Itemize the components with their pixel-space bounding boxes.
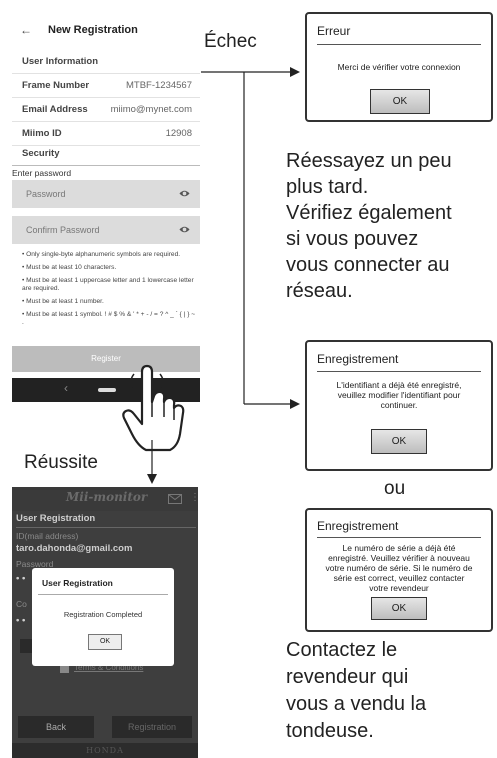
retry-line: vous connecter au	[286, 254, 450, 276]
password-dots: • •	[16, 573, 26, 584]
more-menu-icon[interactable]: ⋮	[190, 492, 198, 503]
mii-monitor-phone-screen: Mii-monitor ⋮ User Registration ID(mail …	[12, 487, 198, 758]
retry-line: réseau.	[286, 280, 353, 302]
contact-line: Contactez le	[286, 639, 398, 661]
registration-complete-dialog: User Registration Registration Completed…	[32, 568, 174, 666]
retry-line: plus tard.	[286, 176, 369, 198]
error-dialog: Erreur Merci de vérifier votre connexion…	[305, 12, 493, 122]
ok-button[interactable]: OK	[88, 634, 122, 650]
dialog-message-line: série est correct, veuillez contacter	[333, 573, 465, 583]
dialog-message-line: enregistré. Veuillez vérifier à nouveau	[328, 553, 470, 563]
divider	[317, 371, 481, 372]
mail-icon[interactable]	[168, 494, 182, 504]
dialog-message: Registration Completed	[63, 610, 143, 619]
dialog-message-line: votre revendeur	[369, 583, 429, 593]
divider	[317, 44, 481, 45]
retry-line: Réessayez un peu	[286, 150, 452, 172]
ok-button[interactable]: OK	[371, 597, 427, 620]
contact-line: revendeur qui	[286, 666, 409, 688]
success-label: Réussite	[24, 452, 98, 473]
dialog-message-line: L'identifiant a déjà été enregistré,	[336, 380, 462, 390]
dialog-message-line: Le numéro de série a déjà été	[342, 543, 456, 553]
app-header: Mii-monitor ⋮	[12, 487, 198, 511]
serial-registered-dialog: Enregistrement Le numéro de série a déjà…	[305, 508, 493, 632]
dialog-title: User Registration	[42, 578, 113, 588]
dialog-title: Enregistrement	[317, 519, 399, 533]
back-button[interactable]: Back	[18, 716, 94, 738]
id-registered-dialog: Enregistrement L'identifiant a déjà été …	[305, 340, 493, 471]
contact-line: vous a vendu la	[286, 693, 427, 715]
ok-button[interactable]: OK	[371, 429, 427, 454]
or-label: ou	[384, 478, 406, 499]
confirm-label: Co	[16, 599, 27, 609]
section-title: User Registration	[16, 513, 196, 528]
retry-line: si vous pouvez	[286, 228, 419, 250]
id-label: ID(mail address)	[16, 531, 79, 541]
divider	[38, 594, 168, 595]
id-value: taro.dahonda@gmail.com	[16, 543, 133, 554]
app-logo: Mii-monitor	[66, 490, 148, 504]
retry-line: Vérifiez également	[286, 202, 452, 224]
dialog-title: Erreur	[317, 24, 351, 38]
dialog-message-line: votre numéro de série. Si le numéro de	[325, 563, 473, 573]
ok-button[interactable]: OK	[370, 89, 430, 114]
dialog-message: Merci de vérifier votre connexion	[337, 62, 461, 72]
dialog-message-line: veuillez modifier l'identifiant pour	[337, 390, 461, 400]
contact-line: tondeuse.	[286, 720, 374, 742]
confirm-dots: • •	[16, 615, 26, 626]
brand-footer: HONDA	[12, 743, 198, 758]
failure-label: Échec	[204, 31, 257, 52]
dialog-title: Enregistrement	[317, 352, 399, 366]
dialog-message-line: continuer.	[380, 400, 418, 410]
registration-button[interactable]: Registration	[112, 716, 192, 738]
divider	[317, 537, 481, 538]
